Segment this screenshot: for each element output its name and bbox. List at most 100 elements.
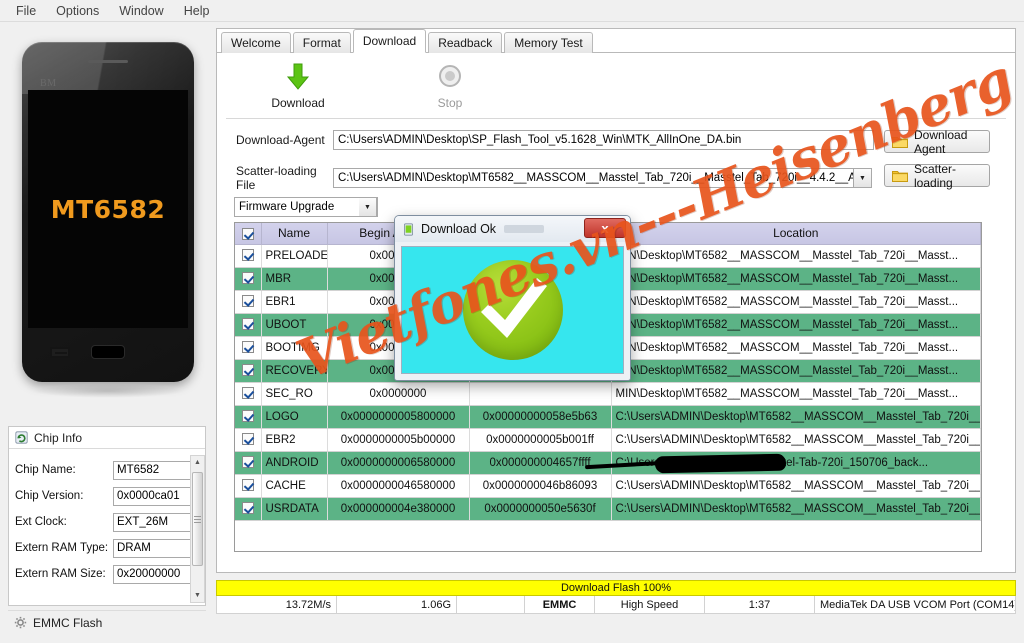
row-checkbox-cell[interactable] bbox=[235, 382, 262, 406]
row-checkbox[interactable] bbox=[241, 410, 254, 423]
cell-end: 0x00000000058e5b63 bbox=[469, 405, 612, 429]
scrollbar-thumb[interactable] bbox=[192, 472, 203, 566]
scatter-loading-dropdown-arrow-icon[interactable]: ▼ bbox=[854, 168, 872, 188]
row-checkbox-cell[interactable] bbox=[235, 405, 262, 429]
emmc-flash-section[interactable]: EMMC Flash bbox=[8, 610, 206, 634]
chip-info-row: Chip Version: 0x0000ca01 bbox=[15, 483, 199, 509]
gear-icon bbox=[14, 616, 27, 629]
chip-info-panel: Chip Info Chip Name: MT6582 Chip Version… bbox=[8, 426, 206, 606]
chip-info-row: Extern RAM Size: 0x20000000 bbox=[15, 561, 199, 587]
scrollbar-grip-icon bbox=[194, 518, 201, 520]
menu-item-help[interactable]: Help bbox=[174, 1, 220, 21]
scatter-loading-input[interactable]: C:\Users\ADMIN\Desktop\MT6582__MASSCOM__… bbox=[333, 168, 854, 188]
folder-icon bbox=[892, 171, 908, 182]
column-header-location[interactable]: Location bbox=[611, 223, 981, 245]
table-row[interactable]: ANDROID 0x0000000006580000 0x000000004657f… bbox=[235, 451, 981, 475]
ext-clock-label: Ext Clock: bbox=[15, 516, 67, 528]
row-checkbox[interactable] bbox=[241, 295, 254, 308]
scatter-loading-browse-button[interactable]: Scatter-loading bbox=[884, 162, 990, 190]
cell-location: C:\Users\ADMIN\Desktop\MT6582__MASSCOM__… bbox=[611, 405, 981, 429]
tab-format[interactable]: Format bbox=[292, 32, 351, 53]
menu-item-file[interactable]: File bbox=[6, 1, 46, 21]
row-checkbox[interactable] bbox=[241, 456, 254, 469]
stop-circle-icon bbox=[439, 65, 461, 87]
column-header-name[interactable]: Name bbox=[261, 223, 328, 245]
cell-name: BOOTIMG bbox=[261, 336, 328, 360]
close-icon[interactable]: x bbox=[584, 218, 626, 238]
ext-clock-value[interactable]: EXT_26M bbox=[113, 512, 199, 532]
row-checkbox-cell[interactable] bbox=[235, 290, 262, 314]
success-circle bbox=[462, 260, 563, 360]
menu-item-options[interactable]: Options bbox=[46, 1, 109, 21]
cell-begin: 0x000000004e380000 bbox=[327, 497, 470, 521]
chip-info-scrollbar[interactable]: ▲ ▼ bbox=[190, 455, 205, 603]
scroll-down-icon[interactable]: ▼ bbox=[191, 589, 204, 602]
tab-memory-test[interactable]: Memory Test bbox=[504, 32, 593, 53]
chip-version-value[interactable]: 0x0000ca01 bbox=[113, 486, 199, 506]
table-row[interactable]: SEC_RO 0x0000000 MIN\Desktop\MT6582__MASSC… bbox=[235, 382, 981, 406]
download-agent-input[interactable]: C:\Users\ADMIN\Desktop\SP_Flash_Tool_v5.… bbox=[333, 130, 874, 150]
select-all-header[interactable] bbox=[235, 223, 262, 245]
row-checkbox-cell[interactable] bbox=[235, 267, 262, 291]
row-checkbox[interactable] bbox=[241, 318, 254, 331]
download-agent-label: Download-Agent bbox=[236, 133, 325, 147]
table-row[interactable]: CACHE 0x0000000046580000 0x0000000046b8609… bbox=[235, 474, 981, 498]
row-checkbox-cell[interactable] bbox=[235, 428, 262, 452]
stop-button[interactable]: Stop bbox=[402, 62, 498, 110]
row-checkbox[interactable] bbox=[241, 249, 254, 262]
download-agent-browse-button[interactable]: Download Agent bbox=[884, 128, 990, 156]
phone-brand-label: BM bbox=[40, 78, 57, 89]
extern-ram-type-value[interactable]: DRAM bbox=[113, 538, 199, 558]
row-checkbox-cell[interactable] bbox=[235, 497, 262, 521]
tab-welcome[interactable]: Welcome bbox=[221, 32, 291, 53]
chip-name-value[interactable]: MT6582 bbox=[113, 460, 199, 480]
row-checkbox[interactable] bbox=[241, 387, 254, 400]
row-checkbox-cell[interactable] bbox=[235, 474, 262, 498]
row-checkbox-cell[interactable] bbox=[235, 359, 262, 383]
phone-shadow bbox=[32, 384, 184, 398]
row-checkbox-cell[interactable] bbox=[235, 244, 262, 268]
cell-location: MIN\Desktop\MT6582__MASSCOM__Masstel_Tab… bbox=[611, 336, 981, 360]
cell-location: MIN\Desktop\MT6582__MASSCOM__Masstel_Tab… bbox=[611, 313, 981, 337]
cell-end: 0x0000000046b86093 bbox=[469, 474, 612, 498]
tab-readback[interactable]: Readback bbox=[428, 32, 503, 53]
row-checkbox[interactable] bbox=[241, 364, 254, 377]
phone-chip-label: MT6582 bbox=[50, 194, 166, 224]
tab-download[interactable]: Download bbox=[352, 29, 427, 53]
menu-item-window[interactable]: Window bbox=[109, 1, 173, 21]
refresh-icon bbox=[15, 431, 28, 444]
phone-mockup: BM MT6582 ↷ bbox=[22, 42, 194, 382]
row-checkbox[interactable] bbox=[241, 433, 254, 446]
extern-ram-size-value[interactable]: 0x20000000 bbox=[113, 564, 199, 584]
table-row[interactable]: USRDATA 0x000000004e380000 0x0000000050e56… bbox=[235, 497, 981, 521]
dialog-body bbox=[401, 246, 624, 374]
row-checkbox[interactable] bbox=[241, 479, 254, 492]
download-mode-select[interactable]: Firmware Upgrade ▼ bbox=[234, 197, 378, 217]
row-checkbox-cell[interactable] bbox=[235, 336, 262, 360]
cell-location: C:\Users\ADMIN\Desktop\MT6582__MASSCOM__… bbox=[611, 474, 981, 498]
status-size: 1.06G bbox=[337, 596, 457, 613]
chevron-down-icon[interactable]: ▼ bbox=[359, 197, 377, 217]
row-checkbox[interactable] bbox=[241, 341, 254, 354]
row-checkbox[interactable] bbox=[241, 502, 254, 515]
download-ok-dialog[interactable]: Download Ok x bbox=[394, 215, 631, 381]
tab-strip: Welcome Format Download Readback Memory … bbox=[216, 29, 1016, 53]
chip-name-label: Chip Name: bbox=[15, 464, 76, 476]
row-checkbox[interactable] bbox=[241, 272, 254, 285]
phone-menu-icon bbox=[50, 346, 71, 358]
phone-back-icon: ↷ bbox=[145, 341, 162, 362]
scroll-up-icon[interactable]: ▲ bbox=[191, 456, 204, 469]
cell-location: MIN\Desktop\MT6582__MASSCOM__Masstel_Tab… bbox=[611, 244, 981, 268]
row-checkbox-cell[interactable] bbox=[235, 451, 262, 475]
cell-end: 0x0000000005b001ff bbox=[469, 428, 612, 452]
sp-flash-tool-window: File Options Window Help BM MT6582 ↷ Chi… bbox=[0, 0, 1024, 643]
row-checkbox-cell[interactable] bbox=[235, 313, 262, 337]
download-button[interactable]: Download bbox=[250, 62, 346, 110]
table-row[interactable]: EBR2 0x0000000005b00000 0x0000000005b001ff… bbox=[235, 428, 981, 452]
status-speed-mode: High Speed bbox=[595, 596, 705, 613]
chip-info-row: Ext Clock: EXT_26M bbox=[15, 509, 199, 535]
table-row[interactable]: LOGO 0x0000000005800000 0x00000000058e5b63… bbox=[235, 405, 981, 429]
cell-name: USRDATA bbox=[261, 497, 328, 521]
menu-bar: File Options Window Help bbox=[0, 0, 1024, 22]
select-all-checkbox[interactable] bbox=[241, 228, 254, 241]
